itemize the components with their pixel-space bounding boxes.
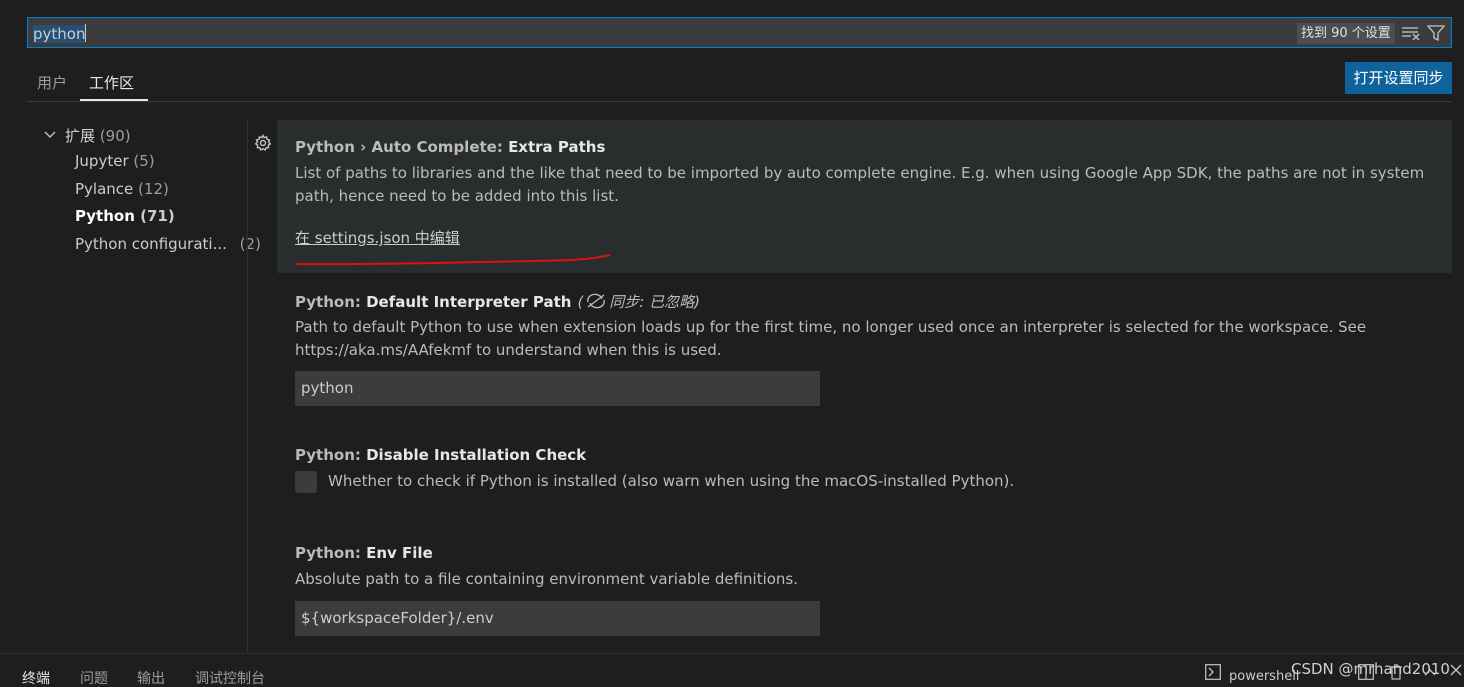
setting-description: Absolute path to a file containing envir…: [295, 570, 799, 588]
toc-item-label: Jupyter: [75, 152, 129, 170]
toc-item-count: (90): [99, 127, 131, 145]
filter-icon[interactable]: [1426, 23, 1446, 43]
setting-title-extra-paths: Python › Auto Complete: Extra Paths: [295, 138, 605, 156]
red-annotation-underline: [295, 254, 611, 266]
toc-item-extensions[interactable]: 扩展 (90): [65, 125, 131, 146]
tab-workspace[interactable]: 工作区: [89, 72, 134, 93]
setting-name: Disable Installation Check: [366, 446, 587, 464]
panel-tab-output[interactable]: 输出: [137, 668, 165, 687]
setting-title-env-file: Python: Env File: [295, 544, 433, 562]
panel-tab-terminal[interactable]: 终端: [22, 668, 50, 687]
watermark: CSDN @mrhand2010: [1291, 660, 1450, 678]
setting-category: Python:: [295, 544, 367, 562]
sync-ignored-note: ( 同步: 已忽略): [577, 293, 700, 311]
setting-name: Extra Paths: [508, 138, 606, 156]
env-file-input[interactable]: ${workspaceFolder}/.env: [295, 601, 820, 636]
terminal-icon: [1205, 664, 1221, 687]
toc-item-count: (12): [138, 180, 169, 198]
toc-item-jupyter[interactable]: Jupyter (5): [75, 152, 155, 170]
close-icon[interactable]: [1450, 664, 1462, 687]
toc-item-python-configuration[interactable]: Python configurati... (2): [75, 235, 261, 253]
setting-description: Whether to check if Python is installed …: [328, 472, 1015, 490]
sync-ignored-icon: [587, 293, 606, 309]
text-caret: [85, 24, 87, 42]
search-input-value: python: [33, 25, 86, 43]
sync-note-paren: (: [577, 293, 584, 311]
terminal-name[interactable]: powershell: [1229, 669, 1299, 684]
toc-item-label: Pylance: [75, 180, 134, 198]
panel-tab-debug-console[interactable]: 调试控制台: [195, 668, 265, 687]
setting-description: Path to default Python to use when exten…: [295, 318, 1367, 359]
toc-divider: [247, 120, 248, 653]
search-input[interactable]: python: [33, 24, 87, 43]
sync-note-text: 同步: 已忽略): [609, 293, 700, 311]
edit-in-settings-json-link[interactable]: 在 settings.json 中编辑: [295, 227, 460, 248]
toc-item-label: Python: [75, 207, 135, 225]
gear-icon[interactable]: [254, 134, 272, 156]
toc-item-count: (2): [239, 235, 261, 253]
clear-filter-icon[interactable]: [1401, 23, 1421, 43]
disable-installation-check-checkbox[interactable]: [295, 471, 317, 493]
setting-name: Env File: [366, 544, 433, 562]
panel-tab-problems[interactable]: 问题: [80, 668, 108, 687]
toc-item-pylance[interactable]: Pylance (12): [75, 180, 169, 198]
search-result-count: 找到 90 个设置: [1297, 23, 1395, 44]
open-settings-sync-button[interactable]: 打开设置同步: [1345, 62, 1452, 94]
settings-scope-tabs: 用户 工作区: [27, 62, 1452, 102]
setting-category: Python:: [295, 446, 367, 464]
settings-search-bar[interactable]: python 找到 90 个设置: [27, 17, 1452, 48]
setting-name: Default Interpreter Path: [366, 293, 572, 311]
tab-user[interactable]: 用户: [37, 72, 67, 93]
toc-item-label: Python configurati...: [75, 235, 227, 253]
toc-item-python[interactable]: Python (71): [75, 207, 175, 225]
setting-description: List of paths to libraries and the like …: [295, 164, 1425, 205]
active-tab-indicator: [80, 99, 148, 101]
panel-border: [0, 653, 1464, 654]
setting-category: Python › Auto Complete:: [295, 138, 509, 156]
default-interpreter-path-input[interactable]: python: [295, 371, 820, 406]
toc-item-label: 扩展: [65, 127, 96, 145]
toc-item-count: (71): [140, 207, 175, 225]
setting-title-disable-installation-check: Python: Disable Installation Check: [295, 446, 586, 464]
chevron-down-icon[interactable]: [44, 127, 56, 143]
toc-item-count: (5): [133, 152, 155, 170]
setting-title-default-interpreter-path: Python: Default Interpreter Path ( 同步: 已忽略…: [295, 291, 700, 312]
setting-category: Python:: [295, 293, 367, 311]
